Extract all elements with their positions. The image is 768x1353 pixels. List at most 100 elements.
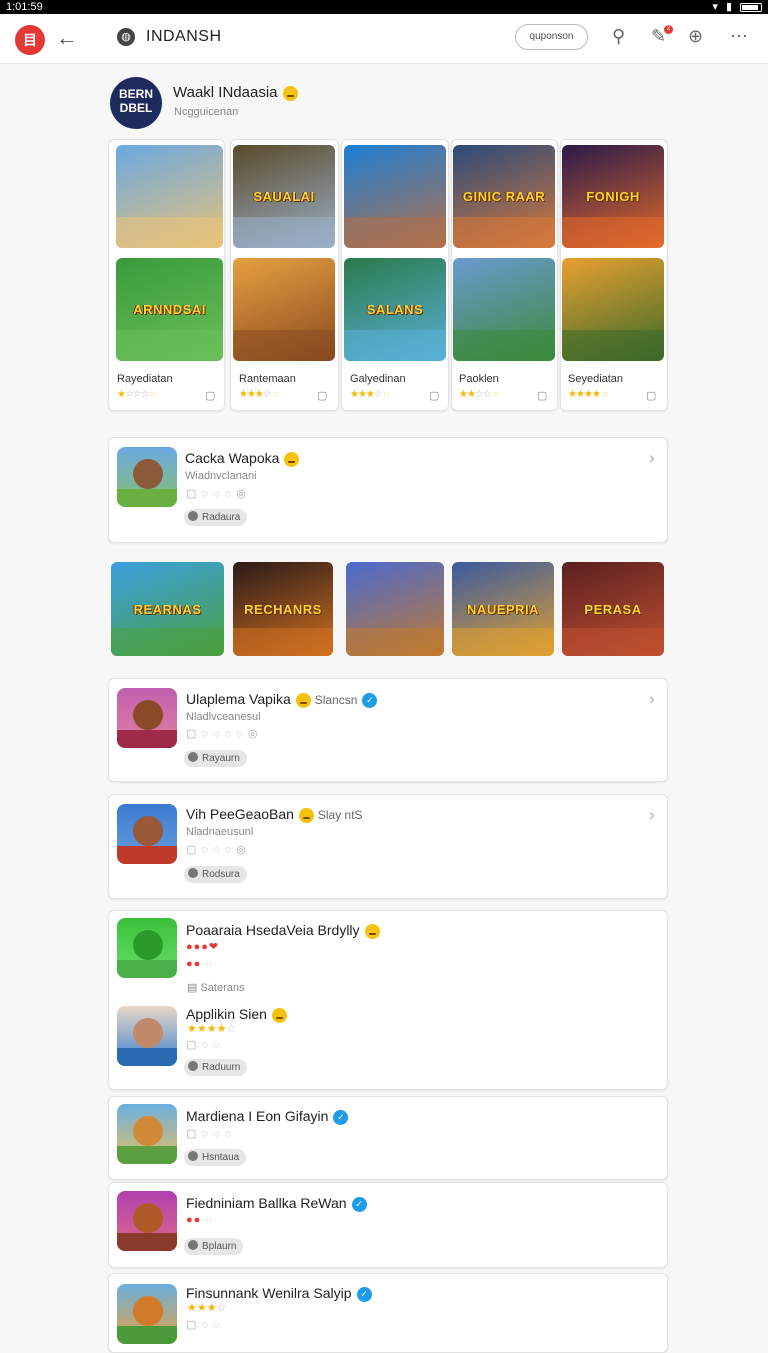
category-tag[interactable]: Bplaurn bbox=[184, 1238, 244, 1255]
app-title: Applikin Sien bbox=[186, 1006, 287, 1023]
page-title: INDANSH bbox=[146, 28, 222, 45]
coupon-button[interactable]: quponson bbox=[515, 24, 588, 50]
tag-icon bbox=[188, 511, 198, 521]
back-arrow-icon[interactable]: ← bbox=[56, 26, 78, 50]
tag-icon bbox=[188, 1061, 198, 1071]
smiley-icon bbox=[295, 692, 311, 708]
tile-title: GINIC RAAR bbox=[462, 189, 546, 204]
bookmark-icon[interactable]: ▢ bbox=[429, 389, 439, 402]
app-icon bbox=[117, 1006, 177, 1066]
game-label: Rayediatan bbox=[117, 373, 173, 385]
star-rating: ★★★☆ bbox=[187, 1302, 227, 1314]
promo-banner[interactable]: PERASA bbox=[562, 562, 664, 656]
avatar[interactable]: BERN DBEL bbox=[110, 77, 162, 129]
status-bar: 1:01:59 ▾ ▮ bbox=[0, 0, 768, 14]
reaction-icons: ●● ◌ bbox=[186, 1214, 213, 1226]
verified-icon: ✓ bbox=[362, 692, 378, 708]
status-time: 1:01:59 bbox=[6, 1, 43, 13]
more-icon[interactable]: ⋯ bbox=[730, 24, 748, 48]
app-title: Vih PeeGeaoBan Slay ntS bbox=[186, 806, 363, 823]
star-rating: ★★★☆ ◌ bbox=[350, 389, 390, 400]
signal-icon: ▮ bbox=[725, 1, 732, 13]
search-icon[interactable]: ⚲ bbox=[612, 24, 625, 48]
game-thumbnail[interactable] bbox=[233, 258, 335, 361]
bookmark-icon[interactable]: ▢ bbox=[205, 389, 215, 402]
category-tag[interactable]: Rayaurn bbox=[184, 750, 247, 767]
category-tag[interactable]: Raduurn bbox=[184, 1059, 248, 1076]
star-rating: ★★★☆ ◌ bbox=[239, 389, 279, 400]
game-thumbnail[interactable] bbox=[453, 258, 555, 361]
game-thumbnail[interactable]: SAUALAI bbox=[233, 145, 335, 248]
app-icon bbox=[117, 1104, 177, 1164]
game-thumbnail[interactable] bbox=[344, 145, 446, 248]
bookmark-icon[interactable]: ▢ bbox=[537, 389, 547, 402]
tile-title: ARNNDSAI bbox=[133, 302, 206, 317]
profile-name: Waakl INdaasia bbox=[173, 84, 298, 101]
app-note: ▤ Saterans bbox=[187, 982, 245, 994]
chevron-right-icon[interactable]: › bbox=[649, 805, 655, 825]
app-icon bbox=[117, 688, 177, 748]
tag-icon bbox=[188, 868, 198, 878]
note-icon: ▤ bbox=[187, 982, 198, 994]
star-rating: ★★★★ ◌ bbox=[568, 389, 608, 400]
category-tag[interactable]: Radaura bbox=[184, 509, 248, 526]
star-rating: ★★☆☆ ◌ bbox=[459, 389, 499, 400]
chevron-right-icon[interactable]: › bbox=[649, 448, 655, 468]
meta-icons: ▢ ◌ ◌ bbox=[186, 1039, 221, 1051]
category-tag[interactable]: Rodsura bbox=[184, 866, 247, 883]
app-icon bbox=[117, 804, 177, 864]
smiley-icon bbox=[364, 923, 380, 939]
app-icon bbox=[117, 1191, 177, 1251]
tile-title: SAUALAI bbox=[253, 189, 315, 204]
app-subtitle: Wiadnvclanani bbox=[185, 470, 257, 482]
share-icon[interactable]: ⊕ bbox=[688, 24, 703, 48]
reaction-icons: ●●●❤ bbox=[186, 941, 220, 953]
tile-title: REARNAS bbox=[133, 601, 202, 617]
promo-banner[interactable] bbox=[346, 562, 444, 656]
tag-icon bbox=[188, 1151, 198, 1161]
game-label: Galyedinan bbox=[350, 373, 406, 385]
promo-banner[interactable]: RECHANRS bbox=[233, 562, 333, 656]
verified-icon: ✓ bbox=[351, 1196, 367, 1212]
app-icon bbox=[117, 1284, 177, 1344]
tile-title: RECHANRS bbox=[244, 601, 322, 617]
meta-icons: ▢ ◌ ◌ ◌ bbox=[186, 1128, 233, 1140]
tag-icon bbox=[188, 1240, 198, 1250]
app-icon bbox=[117, 918, 177, 978]
tile-title: PERASA bbox=[584, 601, 642, 617]
smiley-icon bbox=[282, 85, 298, 101]
verified-icon: ✓ bbox=[356, 1286, 372, 1302]
meta-icons: ▢ ◌ ◌ ◌ ◌ ◎ bbox=[186, 728, 259, 740]
game-thumbnail[interactable] bbox=[116, 145, 223, 248]
app-subtitle: Nladlvceanesul bbox=[186, 711, 261, 723]
game-thumbnail[interactable] bbox=[562, 258, 664, 361]
smiley-icon bbox=[284, 451, 300, 467]
tag-icon bbox=[188, 752, 198, 762]
game-thumbnail[interactable]: FONIGH bbox=[562, 145, 664, 248]
promo-banner[interactable]: REARNAS bbox=[111, 562, 224, 656]
game-thumbnail[interactable]: GINIC RAAR bbox=[453, 145, 555, 248]
smiley-icon bbox=[298, 807, 314, 823]
game-label: Paoklen bbox=[459, 373, 499, 385]
game-label: Rantemaan bbox=[239, 373, 296, 385]
verified-icon: ✓ bbox=[333, 1109, 349, 1125]
app-title: Fiedniniam Ballka ReWan ✓ bbox=[186, 1195, 367, 1212]
app-title: Cacka Wapoka bbox=[185, 450, 300, 467]
globe-icon: ◍ bbox=[117, 28, 135, 46]
chevron-right-icon[interactable]: › bbox=[649, 689, 655, 709]
bookmark-icon[interactable]: ▢ bbox=[646, 389, 656, 402]
star-rating: ★☆☆☆ ◌ bbox=[117, 389, 157, 400]
meta-icons: ▢ ◌ ◌ ◌ ◎ bbox=[186, 844, 247, 856]
promo-banner[interactable]: NAUEPRIA bbox=[452, 562, 554, 656]
battery-icon bbox=[740, 2, 762, 12]
bookmark-icon[interactable]: ▢ bbox=[317, 389, 327, 402]
category-tag[interactable]: Hsntaua bbox=[184, 1149, 247, 1166]
game-thumbnail[interactable]: ARNNDSAI bbox=[116, 258, 223, 361]
app-title: Mardiena I Eon Gifayin ✓ bbox=[186, 1108, 349, 1125]
meta-icons: ▢ ◌ ◌ ◌ ◎ bbox=[186, 488, 247, 500]
tile-title: NAUEPRIA bbox=[467, 601, 539, 617]
star-rating: ★★★★☆ bbox=[187, 1023, 237, 1035]
app-logo-icon[interactable]: 目 bbox=[15, 25, 45, 55]
game-thumbnail[interactable]: SALANS bbox=[344, 258, 446, 361]
top-bar: 目 ← ◍ INDANSH quponson ⚲ ✎ 2 ⊕ ⋯ bbox=[0, 14, 768, 64]
